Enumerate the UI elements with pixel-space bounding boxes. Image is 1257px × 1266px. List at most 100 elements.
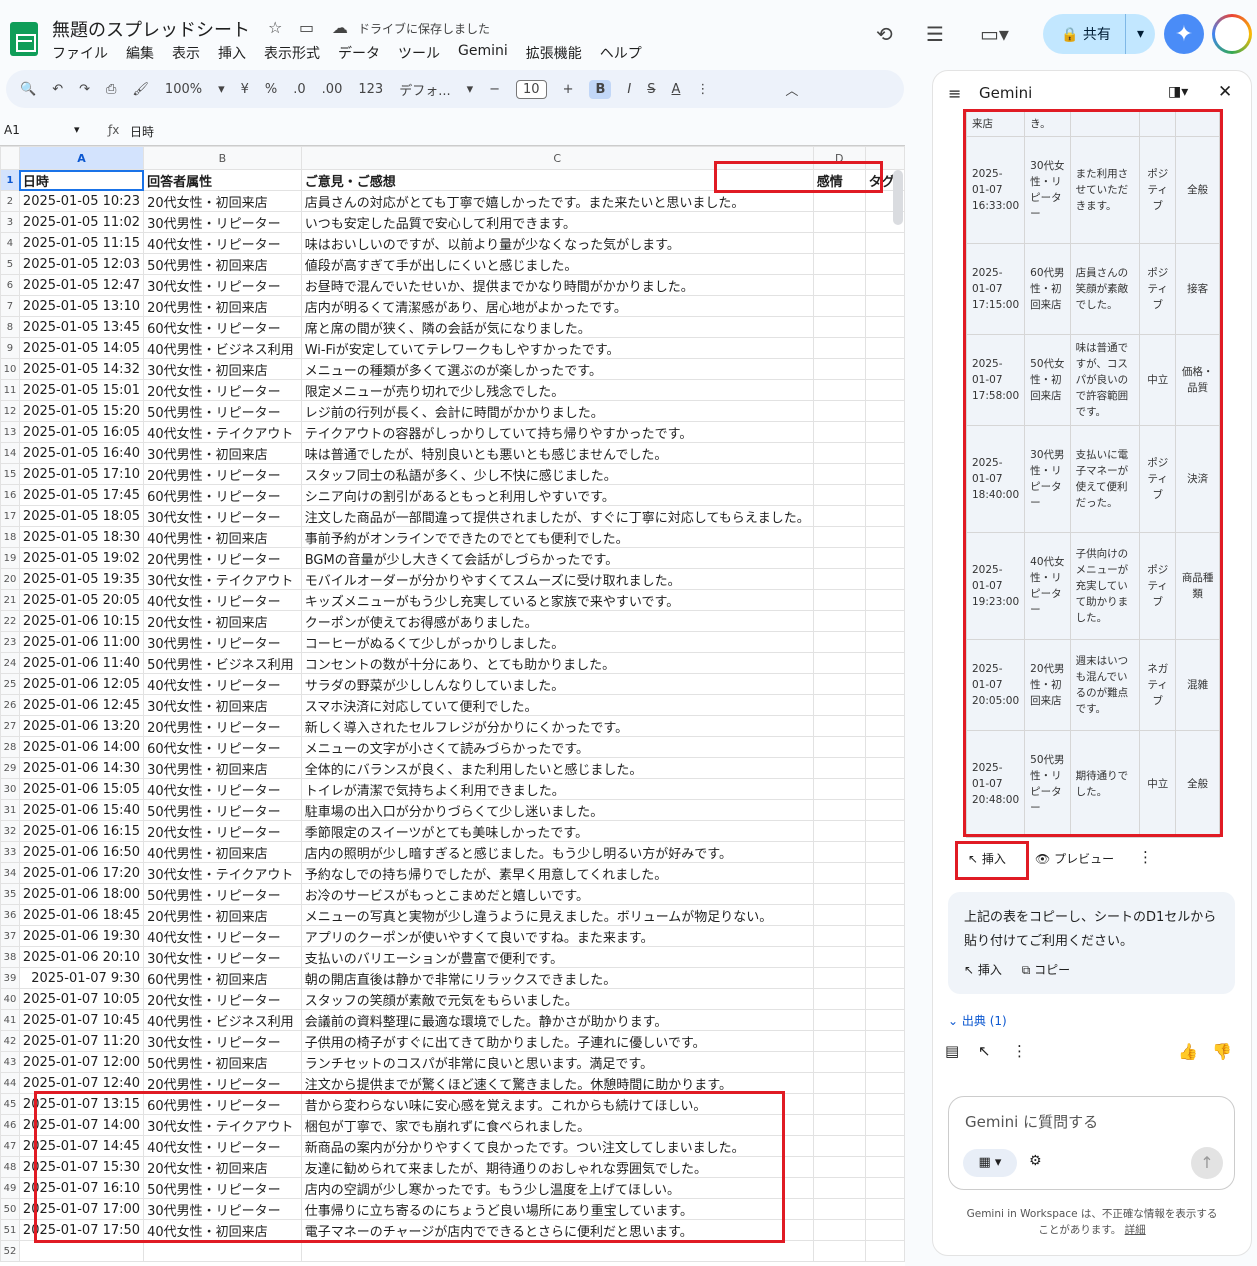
font-size-decrease-icon[interactable]: −	[489, 82, 500, 97]
chevron-down-icon[interactable]: ▾	[74, 123, 80, 136]
cell[interactable]	[864, 400, 906, 422]
cell[interactable]	[864, 715, 906, 737]
cell[interactable]	[864, 421, 906, 443]
chevron-down-icon[interactable]: ▾	[218, 82, 225, 97]
row-header[interactable]: 18	[0, 526, 20, 548]
row-header[interactable]: 4	[0, 232, 20, 254]
cell[interactable]: Wi-Fiが安定していてテレワークもしやすかったです。	[300, 337, 814, 359]
cell[interactable]: 60代男性・リピーター	[143, 1093, 302, 1115]
percent-button[interactable]: %	[265, 82, 277, 97]
cell[interactable]	[864, 862, 906, 884]
cell[interactable]	[864, 673, 906, 695]
cell[interactable]: 2025-01-06 17:20	[18, 862, 145, 884]
cell[interactable]	[812, 673, 866, 695]
cell[interactable]	[812, 337, 866, 359]
cell[interactable]	[864, 631, 906, 653]
cell[interactable]: 2025-01-05 17:10	[18, 463, 145, 485]
cell[interactable]	[812, 862, 866, 884]
row-header[interactable]: 32	[0, 820, 20, 842]
cell[interactable]	[812, 778, 866, 800]
row-header[interactable]: 50	[0, 1198, 20, 1220]
cell[interactable]: 2025-01-06 18:00	[18, 883, 145, 905]
cell[interactable]: 注文から提供までが驚くほど速くて驚きました。休憩時間に助かります。	[300, 1072, 814, 1094]
ask-gemini-input[interactable]: Gemini に質問する	[965, 1111, 1098, 1132]
cell[interactable]: 40代女性・初回来店	[143, 1219, 302, 1241]
more-vert-icon[interactable]: ⋮	[1138, 848, 1153, 866]
cell[interactable]: 2025-01-05 16:05	[18, 421, 145, 443]
cell[interactable]	[812, 1177, 866, 1199]
cell[interactable]	[812, 400, 866, 422]
cell[interactable]: 限定メニューが売り切れで少し残念でした。	[300, 379, 814, 401]
cell[interactable]	[864, 568, 906, 590]
row-header[interactable]: 16	[0, 484, 20, 506]
row-header[interactable]: 48	[0, 1156, 20, 1178]
row-header[interactable]: 2	[0, 190, 20, 212]
cell[interactable]	[812, 547, 866, 569]
cell[interactable]: 2025-01-06 12:05	[18, 673, 145, 695]
cell[interactable]: 20代男性・リピーター	[143, 547, 302, 569]
row-header[interactable]: 11	[0, 379, 20, 401]
cell[interactable]	[812, 295, 866, 317]
cell[interactable]	[812, 820, 866, 842]
cell[interactable]: 30代女性・リピーター	[143, 1030, 302, 1052]
sheet-grid[interactable]: A B C D 1 日時 回答者属性 ご意見・ご感想 感情 タグ 2 2025-01-05 1…	[0, 145, 906, 1266]
details-link[interactable]: 詳細	[1125, 1224, 1146, 1236]
cell[interactable]	[864, 820, 906, 842]
row-header[interactable]: 24	[0, 652, 20, 674]
cell[interactable]: 30代女性・テイクアウト	[143, 862, 302, 884]
cell[interactable]	[812, 610, 866, 632]
cell[interactable]	[812, 715, 866, 737]
cell[interactable]	[864, 547, 906, 569]
row-header[interactable]: 17	[0, 505, 20, 527]
cell[interactable]: 季節限定のスイーツがとても美味しかったです。	[300, 820, 814, 842]
cell[interactable]: 2025-01-05 15:20	[18, 400, 145, 422]
cell[interactable]: スマホ決済に対応していて便利でした。	[300, 694, 814, 716]
move-folder-icon[interactable]: ▭	[299, 18, 314, 37]
cell[interactable]: ランチセットのコスパが非常に良いと思います。満足です。	[300, 1051, 814, 1073]
cell[interactable]: 50代男性・リピーター	[143, 1177, 302, 1199]
row-header[interactable]: 23	[0, 631, 20, 653]
row-header[interactable]: 5	[0, 253, 20, 275]
cell[interactable]	[812, 652, 866, 674]
cell[interactable]: 20代女性・リピーター	[143, 820, 302, 842]
cell[interactable]: 子供用の椅子がすぐに出てきて助かりました。子連れに優しいです。	[300, 1030, 814, 1052]
cell[interactable]: 予約なしでの持ち帰りでしたが、素早く用意してくれました。	[300, 862, 814, 884]
cell[interactable]	[864, 925, 906, 947]
name-box[interactable]: A1	[4, 123, 20, 137]
cell[interactable]: 50代男性・ビジネス利用	[143, 652, 302, 674]
cell[interactable]: 新商品の案内が分かりやすくて良かったです。つい注文してしまいました。	[300, 1135, 814, 1157]
cell[interactable]	[812, 253, 866, 275]
cell[interactable]: 2025-01-06 10:15	[18, 610, 145, 632]
cell[interactable]: 60代女性・リピーター	[143, 316, 302, 338]
cell[interactable]	[864, 883, 906, 905]
row-header[interactable]: 6	[0, 274, 20, 296]
cell[interactable]: 2025-01-05 12:47	[18, 274, 145, 296]
cell[interactable]	[864, 1219, 906, 1241]
cell[interactable]: 40代女性・リピーター	[143, 232, 302, 254]
row-header[interactable]: 49	[0, 1177, 20, 1199]
cell[interactable]: 30代男性・初回来店	[143, 442, 302, 464]
row-header[interactable]: 44	[0, 1072, 20, 1094]
cell[interactable]	[812, 904, 866, 926]
menu-item[interactable]: ファイル	[52, 43, 108, 63]
row-header[interactable]: 41	[0, 1009, 20, 1031]
cell[interactable]: 2025-01-05 19:02	[18, 547, 145, 569]
row-header[interactable]: 31	[0, 799, 20, 821]
row-header[interactable]: 14	[0, 442, 20, 464]
cell[interactable]	[864, 1009, 906, 1031]
increase-decimal-button[interactable]: .00	[322, 82, 343, 97]
cell[interactable]: 昔から変わらない味に安心感を覚えます。これからも続けてほしい。	[300, 1093, 814, 1115]
cell[interactable]: メニューの写真と実物が少し違うように見えました。ボリュームが物足りない。	[300, 904, 814, 926]
cell[interactable]: 友達に勧められて来ましたが、期待通りのおしゃれな雰囲気でした。	[300, 1156, 814, 1178]
cell[interactable]: 2025-01-07 14:45	[18, 1135, 145, 1157]
cell[interactable]	[864, 337, 906, 359]
cell[interactable]: 40代女性・テイクアウト	[143, 421, 302, 443]
cell[interactable]	[812, 1135, 866, 1157]
version-history-icon[interactable]: ⟲	[876, 22, 893, 46]
cell[interactable]	[812, 1009, 866, 1031]
decrease-decimal-button[interactable]: .0	[293, 82, 305, 97]
row-header[interactable]: 10	[0, 358, 20, 380]
redo-icon[interactable]: ↷	[79, 82, 90, 97]
cell[interactable]: 全体的にバランスが良く、また利用したいと感じました。	[300, 757, 814, 779]
font-size-input[interactable]: 10	[516, 79, 547, 99]
